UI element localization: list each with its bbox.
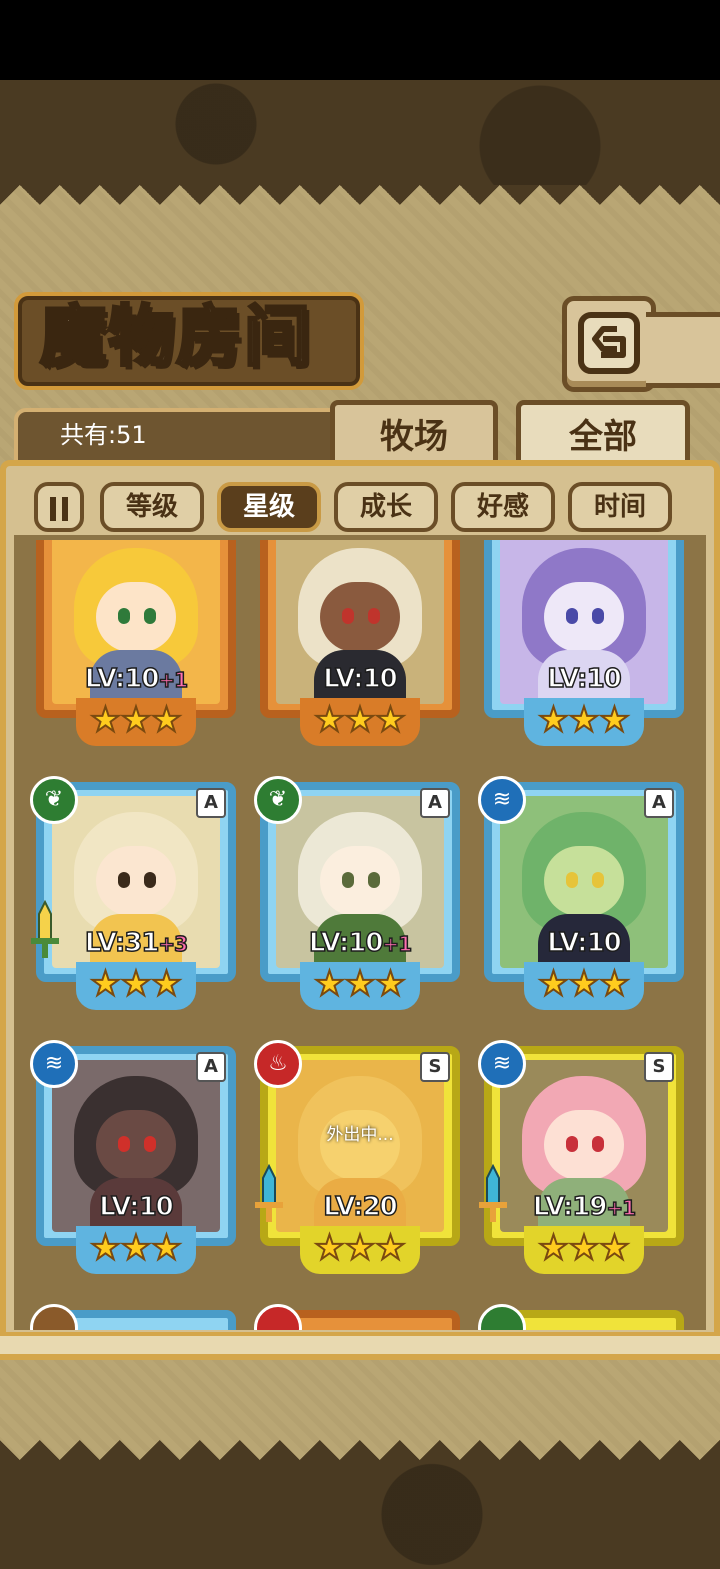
monster-card[interactable]: A ≋ LV:10 ★★★ bbox=[30, 1040, 236, 1278]
leaf-icon bbox=[478, 1304, 526, 1330]
page-title: 魔物房间 bbox=[39, 296, 312, 377]
monster-card[interactable]: A ≋ LV:10 ★★★ bbox=[478, 776, 684, 1014]
monster-level: LV:10 bbox=[546, 927, 622, 959]
rank-badge: A bbox=[196, 1052, 226, 1082]
star-rating: ★★★ bbox=[300, 1226, 420, 1274]
monster-card[interactable]: 外出中... S ♨ LV:20 ★★★ bbox=[254, 1040, 460, 1278]
away-status: 外出中... bbox=[326, 1125, 394, 1145]
rank-badge: A bbox=[196, 788, 226, 818]
monster-level: LV:10+1 bbox=[308, 927, 413, 959]
water-icon: ≋ bbox=[30, 1040, 78, 1088]
star-rating: ★★★ bbox=[76, 698, 196, 746]
leaf-icon: ❦ bbox=[30, 776, 78, 824]
rank-badge: A bbox=[644, 788, 674, 818]
monster-card[interactable]: LV:10 ★★★ bbox=[484, 540, 684, 750]
total-count: 共有:51 bbox=[60, 421, 147, 449]
zigzag-border-top bbox=[0, 185, 720, 225]
monster-level: LV:31+3 bbox=[84, 927, 189, 959]
monster-card[interactable]: A ❦ LV:10+1 ★★★ bbox=[254, 776, 460, 1014]
sort-affection-button[interactable]: 好感 bbox=[451, 482, 555, 532]
leaf-icon: ❦ bbox=[254, 776, 302, 824]
map-background-top bbox=[0, 80, 720, 190]
sort-star-button[interactable]: 星级 bbox=[217, 482, 321, 532]
star-rating: ★★★ bbox=[524, 1226, 644, 1274]
monster-card-partial[interactable] bbox=[478, 1304, 684, 1330]
monster-level: LV:19+1 bbox=[532, 1191, 637, 1223]
monster-card[interactable]: A ❦ LV:31+3 ★★★ bbox=[30, 776, 236, 1014]
earth-icon bbox=[30, 1304, 78, 1330]
zigzag-border-bottom bbox=[0, 1420, 720, 1460]
monster-card[interactable]: LV:10+1 ★★★ bbox=[36, 540, 236, 750]
monster-card-partial[interactable] bbox=[30, 1304, 236, 1330]
fire-icon: ♨ bbox=[254, 1040, 302, 1088]
monster-card[interactable]: S ≋ LV:19+1 ★★★ bbox=[478, 1040, 684, 1278]
back-button[interactable] bbox=[562, 296, 656, 392]
monster-card-partial[interactable] bbox=[254, 1304, 460, 1330]
star-rating: ★★★ bbox=[76, 1226, 196, 1274]
star-rating: ★★★ bbox=[300, 698, 420, 746]
panel-bottom-bar bbox=[0, 1332, 720, 1360]
monster-level: LV:10+1 bbox=[84, 663, 189, 695]
monster-level: LV:10 bbox=[322, 663, 398, 695]
star-rating: ★★★ bbox=[524, 698, 644, 746]
star-rating: ★★★ bbox=[300, 962, 420, 1010]
water-icon: ≋ bbox=[478, 1040, 526, 1088]
water-icon: ≋ bbox=[478, 776, 526, 824]
status-bar bbox=[0, 0, 720, 80]
monster-card-grid: LV:10+1 ★★★ LV:10 ★★★ LV:10 ★★★ A ❦ LV:3… bbox=[14, 540, 706, 1330]
fire-icon bbox=[254, 1304, 302, 1330]
pause-icon bbox=[50, 497, 56, 521]
monster-level: LV:10 bbox=[546, 663, 622, 695]
rank-badge: S bbox=[644, 1052, 674, 1082]
monster-level: LV:20 bbox=[322, 1191, 398, 1223]
monster-card[interactable]: LV:10 ★★★ bbox=[260, 540, 460, 750]
sort-growth-button[interactable]: 成长 bbox=[334, 482, 438, 532]
rank-badge: A bbox=[420, 788, 450, 818]
sort-order-toggle[interactable] bbox=[34, 482, 84, 532]
map-background-bottom bbox=[0, 1460, 720, 1569]
rank-badge: S bbox=[420, 1052, 450, 1082]
sort-level-button[interactable]: 等级 bbox=[100, 482, 204, 532]
sort-time-button[interactable]: 时间 bbox=[568, 482, 672, 532]
back-arrow-icon bbox=[578, 312, 640, 374]
header-strip bbox=[646, 312, 720, 388]
monster-level: LV:10 bbox=[98, 1191, 174, 1223]
star-rating: ★★★ bbox=[76, 962, 196, 1010]
star-rating: ★★★ bbox=[524, 962, 644, 1010]
